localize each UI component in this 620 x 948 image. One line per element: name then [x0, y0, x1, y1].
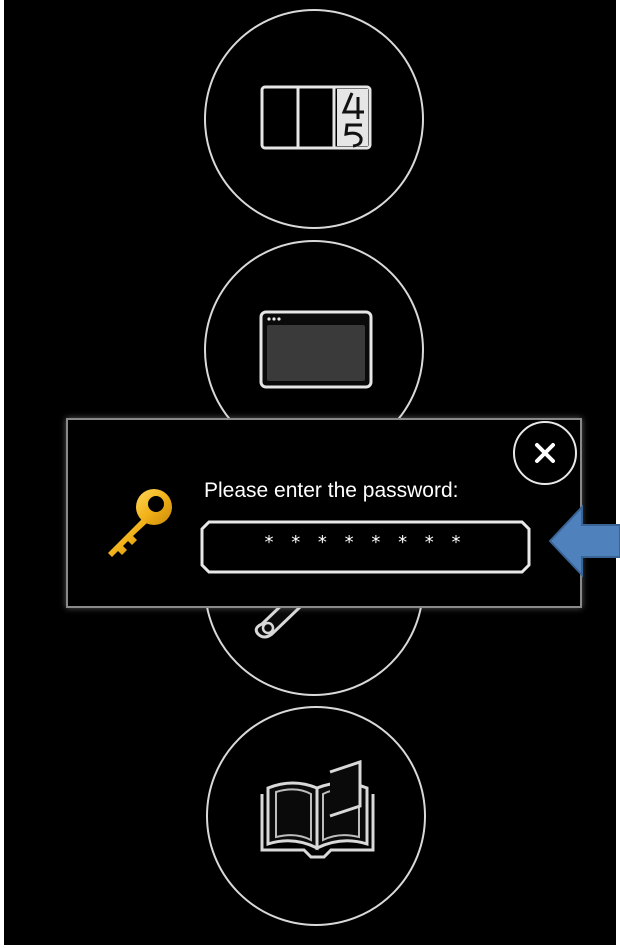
key-icon — [98, 483, 178, 563]
counter-display-icon — [260, 85, 372, 150]
password-prompt-label: Please enter the password: — [204, 479, 459, 502]
arrow-left-icon — [546, 503, 620, 579]
screen: Please enter the password: * * * * * * *… — [0, 0, 620, 948]
book-icon — [260, 759, 375, 859]
close-button[interactable] — [513, 421, 577, 485]
close-icon — [535, 443, 555, 463]
password-input-value[interactable]: * * * * * * * * — [199, 519, 532, 575]
menu-button-manual[interactable] — [206, 706, 426, 926]
menu-button-counter[interactable] — [204, 9, 424, 229]
password-field[interactable]: * * * * * * * * — [199, 519, 532, 575]
